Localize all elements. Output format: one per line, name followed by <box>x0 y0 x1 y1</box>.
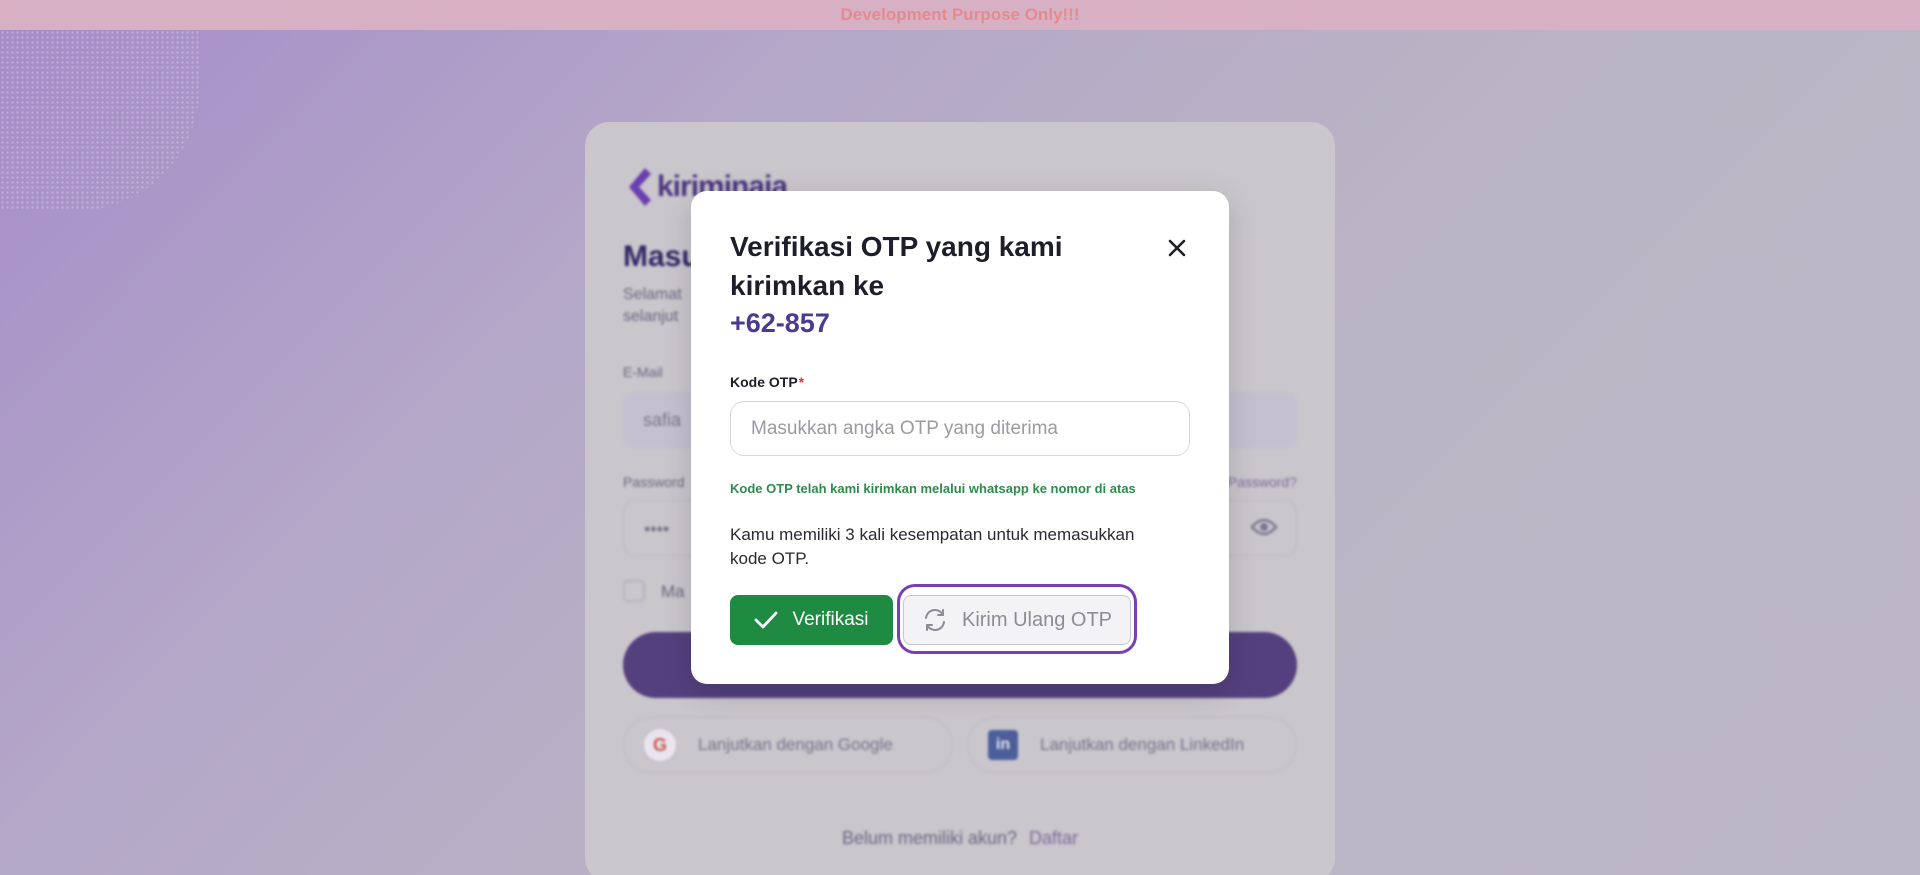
remember-checkbox[interactable] <box>623 580 645 602</box>
close-icon <box>1168 239 1186 257</box>
verify-button[interactable]: Verifikasi <box>730 595 893 645</box>
attempts-prefix: Kamu memiliki <box>730 525 841 544</box>
linkedin-login-button[interactable]: in Lanjutkan dengan LinkedIn <box>967 717 1297 773</box>
dev-banner: Development Purpose Only!!! <box>0 0 1920 30</box>
verify-button-label: Verifikasi <box>792 609 869 630</box>
eye-icon[interactable] <box>1250 517 1278 537</box>
remember-label: Ma <box>661 582 685 601</box>
otp-label: Kode OTP* <box>730 374 804 390</box>
password-value: •••• <box>644 519 670 539</box>
login-title: Masu <box>623 240 700 273</box>
email-label: E-Mail <box>623 364 663 380</box>
resend-button-label: Kirim Ulang OTP <box>961 608 1113 631</box>
register-link[interactable]: Daftar <box>1029 828 1078 848</box>
otp-label-text: Kode OTP <box>730 374 798 390</box>
otp-modal: Verifikasi OTP yang kami kirimkan ke +62… <box>691 191 1229 684</box>
password-label: Password <box>623 474 685 490</box>
forgot-password-link[interactable]: Password? <box>1228 474 1297 490</box>
google-login-button[interactable]: G Lanjutkan dengan Google <box>623 717 953 773</box>
modal-title: Verifikasi OTP yang kami kirimkan ke <box>730 231 1063 301</box>
check-icon <box>755 611 778 629</box>
attempts-message: Kamu memiliki 3 kali kesempatan untuk me… <box>730 523 1170 571</box>
refresh-icon <box>924 609 945 631</box>
otp-input[interactable] <box>730 401 1190 456</box>
required-mark: * <box>798 374 805 390</box>
close-button[interactable] <box>1163 234 1191 262</box>
linkedin-icon: in <box>988 730 1018 760</box>
brand-logo-icon <box>629 168 651 206</box>
phone-number: +62-857 <box>730 308 830 338</box>
attempts-count: 3 <box>845 525 855 544</box>
register-prompt: Belum memiliki akun? Daftar <box>585 828 1335 849</box>
register-prompt-text: Belum memiliki akun? <box>841 828 1018 848</box>
google-login-label: Lanjutkan dengan Google <box>698 735 893 754</box>
linkedin-login-label: Lanjutkan dengan LinkedIn <box>1040 735 1245 754</box>
resend-otp-button[interactable]: Kirim Ulang OTP <box>903 595 1131 645</box>
otp-hint: Kode OTP telah kami kirimkan melalui wha… <box>730 481 1136 496</box>
google-icon: G <box>644 729 676 761</box>
